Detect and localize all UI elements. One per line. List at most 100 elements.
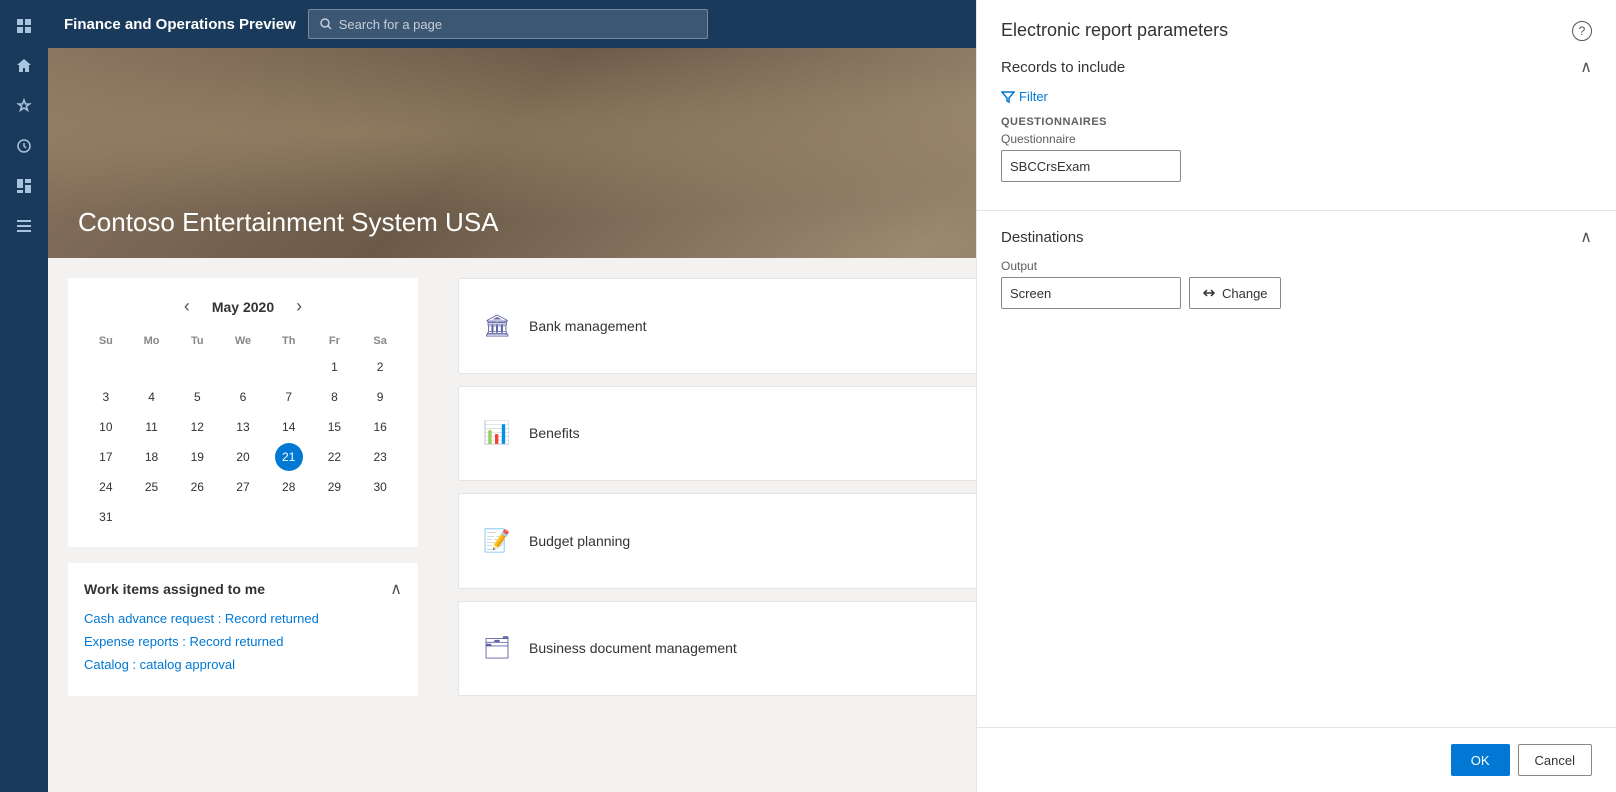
calendar-day[interactable]: 18 [138, 443, 166, 471]
calendar-day[interactable]: 15 [320, 413, 348, 441]
tile-icon: 📝 [479, 523, 515, 559]
home-icon[interactable] [6, 48, 42, 84]
output-input[interactable] [1001, 277, 1181, 309]
tile-label: Bank management [529, 318, 647, 334]
calendar-day [366, 503, 394, 531]
calendar-day [138, 353, 166, 381]
module-tile[interactable]: 🗂 Business document management [458, 601, 1021, 697]
calendar-day[interactable]: 26 [183, 473, 211, 501]
sidebar [0, 0, 48, 792]
left-panel: May 2020 SuMoTuWeThFrSa12345678910111213… [48, 258, 438, 716]
calendar-next-button[interactable] [290, 294, 308, 319]
calendar-day[interactable]: 21 [275, 443, 303, 471]
records-section-title: Records to include [1001, 59, 1125, 76]
cancel-button[interactable]: Cancel [1518, 744, 1592, 776]
panel-body: Records to include Filter QUESTIONNAIRES… [977, 41, 1616, 727]
calendar-grid: SuMoTuWeThFrSa12345678910111213141516171… [84, 331, 402, 531]
workspace-icon[interactable] [6, 168, 42, 204]
output-label: Output [1001, 259, 1592, 273]
records-section-header: Records to include [1001, 57, 1592, 77]
calendar-day[interactable]: 23 [366, 443, 394, 471]
recent-icon[interactable] [6, 128, 42, 164]
module-tile[interactable]: 📊 Benefits [458, 386, 1021, 482]
tile-label: Benefits [529, 425, 580, 441]
calendar-day[interactable]: 11 [138, 413, 166, 441]
calendar-day [138, 503, 166, 531]
module-tile[interactable]: 📝 Budget planning [458, 493, 1021, 589]
calendar-day[interactable]: 14 [275, 413, 303, 441]
calendar-day[interactable]: 9 [366, 383, 394, 411]
chevron-right-icon [296, 299, 302, 315]
calendar-day[interactable]: 24 [92, 473, 120, 501]
help-icon[interactable]: ? [1572, 21, 1592, 41]
calendar-day[interactable]: 28 [275, 473, 303, 501]
destinations-collapse-button[interactable] [1580, 227, 1592, 247]
change-button[interactable]: Change [1189, 277, 1281, 309]
questionnaire-input[interactable] [1001, 150, 1181, 182]
calendar-day [229, 503, 257, 531]
calendar-day[interactable]: 20 [229, 443, 257, 471]
search-placeholder: Search for a page [339, 17, 442, 32]
work-item-link[interactable]: Catalog : catalog approval [84, 657, 402, 672]
calendar-day[interactable]: 1 [320, 353, 348, 381]
calendar-day[interactable]: 25 [138, 473, 166, 501]
search-bar[interactable]: Search for a page [308, 9, 708, 39]
calendar-day[interactable]: 5 [183, 383, 211, 411]
change-icon [1202, 286, 1216, 300]
calendar-day[interactable]: 30 [366, 473, 394, 501]
work-item-link[interactable]: Expense reports : Record returned [84, 634, 402, 649]
destinations-section: Destinations Output Change [977, 211, 1616, 337]
calendar-month-year: May 2020 [212, 299, 274, 315]
calendar-day[interactable]: 22 [320, 443, 348, 471]
destinations-section-header: Destinations [1001, 227, 1592, 247]
calendar-day[interactable]: 13 [229, 413, 257, 441]
calendar-day [92, 353, 120, 381]
tile-label: Budget planning [529, 533, 630, 549]
calendar-day-header: Fr [313, 331, 357, 351]
panel-title: Electronic report parameters [1001, 20, 1572, 41]
tile-icon: 🗂 [479, 630, 515, 666]
calendar-day[interactable]: 4 [138, 383, 166, 411]
calendar-day [183, 503, 211, 531]
calendar-day[interactable]: 31 [92, 503, 120, 531]
calendar-day[interactable]: 8 [320, 383, 348, 411]
calendar-day-header: Th [267, 331, 311, 351]
work-items-list: Cash advance request : Record returned Ex… [84, 611, 402, 672]
calendar-day-header: Mo [130, 331, 174, 351]
grid-icon[interactable] [6, 8, 42, 44]
tile-label: Business document management [529, 640, 737, 656]
tile-icon: 📊 [479, 415, 515, 451]
work-items-title: Work items assigned to me [84, 581, 265, 597]
calendar-day[interactable]: 12 [183, 413, 211, 441]
calendar-day[interactable]: 7 [275, 383, 303, 411]
chevron-left-icon [184, 299, 190, 315]
calendar-day [275, 503, 303, 531]
calendar-day[interactable]: 6 [229, 383, 257, 411]
calendar-day[interactable]: 3 [92, 383, 120, 411]
filter-button[interactable]: Filter [1001, 89, 1048, 104]
records-section: Records to include Filter QUESTIONNAIRES… [977, 41, 1616, 211]
banner-title: Contoso Entertainment System USA [78, 207, 499, 238]
records-collapse-button[interactable] [1580, 57, 1592, 77]
calendar-prev-button[interactable] [178, 294, 196, 319]
work-items-collapse-button[interactable] [390, 579, 402, 599]
calendar-day-header: Sa [358, 331, 402, 351]
favorites-icon[interactable] [6, 88, 42, 124]
panel-footer: OK Cancel [977, 727, 1616, 792]
filter-icon [1001, 90, 1015, 104]
calendar-day[interactable]: 17 [92, 443, 120, 471]
calendar-day[interactable]: 27 [229, 473, 257, 501]
calendar-day[interactable]: 2 [366, 353, 394, 381]
calendar-day-header: We [221, 331, 265, 351]
ok-button[interactable]: OK [1451, 744, 1510, 776]
calendar-day[interactable]: 19 [183, 443, 211, 471]
module-tile[interactable]: 🏛 Bank management [458, 278, 1021, 374]
work-items-section: Work items assigned to me Cash advance r… [68, 563, 418, 696]
calendar-day[interactable]: 29 [320, 473, 348, 501]
work-item-link[interactable]: Cash advance request : Record returned [84, 611, 402, 626]
calendar-day[interactable]: 10 [92, 413, 120, 441]
calendar-day[interactable]: 16 [366, 413, 394, 441]
work-items-header: Work items assigned to me [84, 579, 402, 599]
list-icon[interactable] [6, 208, 42, 244]
tile-icon: 🏛 [479, 308, 515, 344]
